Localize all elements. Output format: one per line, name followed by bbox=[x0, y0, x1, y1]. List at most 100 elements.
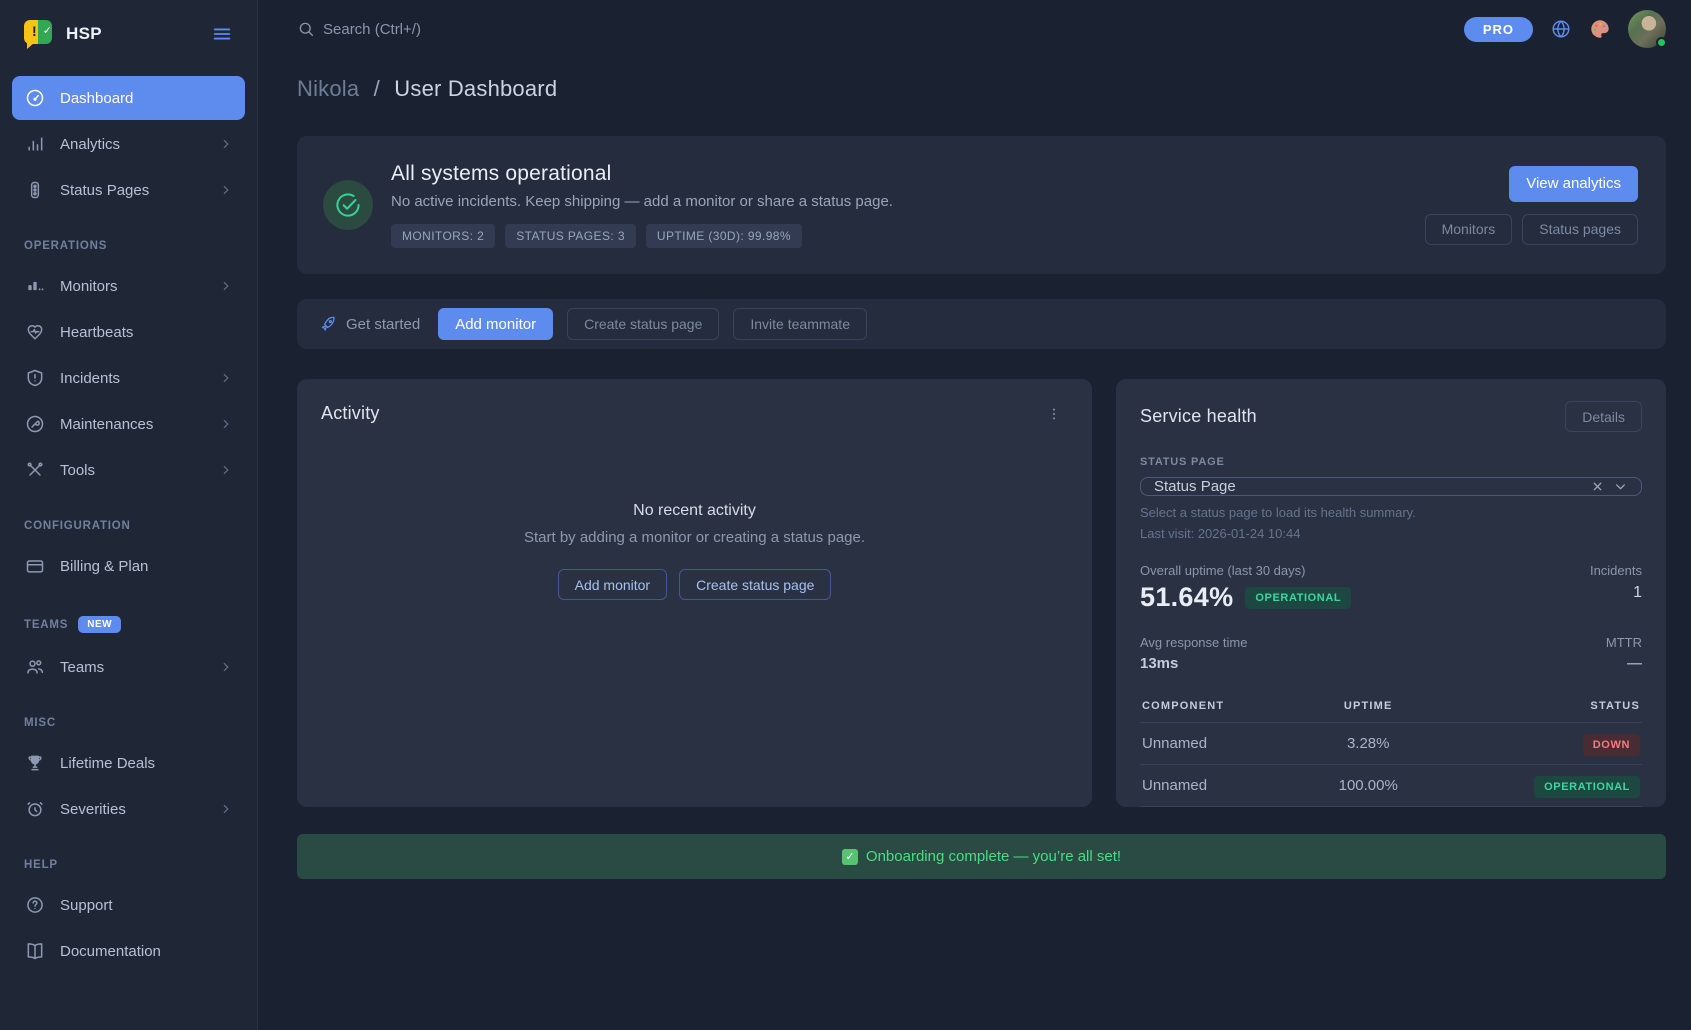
view-analytics-button[interactable]: View analytics bbox=[1509, 166, 1638, 202]
trophy-icon bbox=[24, 752, 46, 774]
sidebar-section-misc: MISC bbox=[0, 691, 257, 739]
sidebar-item-billing[interactable]: Billing & Plan bbox=[12, 544, 245, 588]
chevron-right-icon bbox=[219, 279, 233, 293]
component-name: Unnamed bbox=[1140, 765, 1307, 807]
chevron-right-icon bbox=[219, 660, 233, 674]
get-started-label: Get started bbox=[319, 315, 420, 333]
table-row: Unnamed 3.28% DOWN bbox=[1140, 723, 1642, 765]
topbar-right: PRO bbox=[1464, 10, 1666, 48]
sidebar-section-teams: TEAMS NEW bbox=[0, 590, 257, 643]
kebab-menu-icon[interactable] bbox=[1040, 404, 1068, 424]
search-box[interactable] bbox=[297, 20, 1464, 38]
incidents-label: Incidents bbox=[1590, 563, 1642, 578]
credit-card-icon bbox=[24, 555, 46, 577]
chevron-down-icon[interactable] bbox=[1613, 479, 1628, 494]
sidebar-item-maintenances[interactable]: Maintenances bbox=[12, 402, 245, 446]
search-icon bbox=[297, 20, 315, 38]
system-status-hero: All systems operational No active incide… bbox=[297, 136, 1666, 274]
heartbeat-icon bbox=[24, 321, 46, 343]
activity-empty-state: No recent activity Start by adding a mon… bbox=[321, 502, 1068, 600]
sidebar-item-documentation[interactable]: Documentation bbox=[12, 929, 245, 973]
monitors-button[interactable]: Monitors bbox=[1425, 214, 1513, 245]
add-monitor-button[interactable]: Add monitor bbox=[438, 308, 553, 340]
sidebar-item-tools[interactable]: Tools bbox=[12, 448, 245, 492]
uptime-badge: UPTIME (30D): 99.98% bbox=[646, 224, 802, 248]
sidebar-item-heartbeats[interactable]: Heartbeats bbox=[12, 310, 245, 354]
sidebar-item-label: Monitors bbox=[60, 278, 219, 295]
activity-card: Activity No recent activity Start by add… bbox=[297, 379, 1092, 807]
sidebar-item-label: Documentation bbox=[60, 943, 233, 960]
uptime-column-header: UPTIME bbox=[1307, 692, 1429, 723]
avg-response-label: Avg response time bbox=[1140, 635, 1247, 650]
page-title: User Dashboard bbox=[394, 76, 557, 101]
app-name: HSP bbox=[66, 24, 209, 44]
last-visit-text: Last visit: 2026-01-24 10:44 bbox=[1140, 526, 1642, 541]
get-started-bar: Get started Add monitor Create status pa… bbox=[297, 299, 1666, 349]
tools-icon bbox=[24, 459, 46, 481]
main-content: PRO Nikola / User Dashboard All systems … bbox=[258, 0, 1691, 1030]
sidebar-section-configuration: CONFIGURATION bbox=[0, 494, 257, 542]
sidebar-item-severities[interactable]: Severities bbox=[12, 787, 245, 831]
check-emoji-icon: ✓ bbox=[842, 849, 858, 865]
hamburger-menu-icon[interactable] bbox=[209, 21, 235, 47]
sidebar-item-support[interactable]: Support bbox=[12, 883, 245, 927]
sidebar-item-lifetime-deals[interactable]: Lifetime Deals bbox=[12, 741, 245, 785]
invite-teammate-button[interactable]: Invite teammate bbox=[733, 308, 867, 340]
breadcrumb-parent[interactable]: Nikola bbox=[297, 76, 359, 101]
component-column-header: COMPONENT bbox=[1140, 692, 1307, 723]
status-page-select[interactable]: Status Page bbox=[1140, 477, 1642, 496]
select-helper-text: Select a status page to load its health … bbox=[1140, 505, 1642, 520]
globe-icon[interactable] bbox=[1550, 18, 1572, 40]
components-table: COMPONENT UPTIME STATUS Unnamed 3.28% DO… bbox=[1140, 692, 1642, 807]
sidebar-nav: Dashboard Analytics Status Pages OPERATI… bbox=[0, 66, 257, 983]
breadcrumb-separator: / bbox=[374, 76, 380, 101]
pro-badge[interactable]: PRO bbox=[1464, 17, 1533, 42]
status-page-select-value: Status Page bbox=[1154, 478, 1591, 495]
logo-exclamation-glyph: ! bbox=[32, 23, 37, 39]
onboarding-banner: ✓ Onboarding complete — you’re all set! bbox=[297, 834, 1666, 879]
chevron-right-icon bbox=[219, 802, 233, 816]
status-pages-count-badge: STATUS PAGES: 3 bbox=[505, 224, 636, 248]
create-status-page-button[interactable]: Create status page bbox=[567, 308, 719, 340]
wrench-circle-icon bbox=[24, 413, 46, 435]
theme-palette-icon[interactable] bbox=[1589, 18, 1611, 40]
details-button[interactable]: Details bbox=[1565, 401, 1642, 432]
component-uptime: 100.00% bbox=[1307, 765, 1429, 807]
hero-title: All systems operational bbox=[391, 162, 1425, 186]
app-logo-icon: ! ✓ bbox=[24, 20, 54, 48]
monitors-icon bbox=[24, 275, 46, 297]
status-column-header: STATUS bbox=[1429, 692, 1642, 723]
sidebar-item-monitors[interactable]: Monitors bbox=[12, 264, 245, 308]
sidebar-item-incidents[interactable]: Incidents bbox=[12, 356, 245, 400]
user-avatar[interactable] bbox=[1628, 10, 1666, 48]
sidebar-item-teams[interactable]: Teams bbox=[12, 645, 245, 689]
overall-uptime-value: 51.64% bbox=[1140, 582, 1233, 613]
sidebar-item-label: Teams bbox=[60, 659, 219, 676]
down-status-badge: DOWN bbox=[1583, 734, 1640, 756]
sidebar-item-analytics[interactable]: Analytics bbox=[12, 122, 245, 166]
overall-uptime-label: Overall uptime (last 30 days) bbox=[1140, 563, 1351, 578]
chevron-right-icon bbox=[219, 183, 233, 197]
users-icon bbox=[24, 656, 46, 678]
clear-selection-icon[interactable] bbox=[1591, 480, 1604, 493]
search-input[interactable] bbox=[323, 21, 643, 38]
empty-add-monitor-button[interactable]: Add monitor bbox=[558, 569, 667, 600]
topbar: PRO bbox=[297, 0, 1666, 58]
onboarding-banner-text: Onboarding complete — you’re all set! bbox=[866, 848, 1121, 865]
hero-text: All systems operational No active incide… bbox=[391, 162, 1425, 248]
dashboard-cards: Activity No recent activity Start by add… bbox=[297, 379, 1666, 807]
status-pages-button[interactable]: Status pages bbox=[1522, 214, 1638, 245]
sidebar-item-dashboard[interactable]: Dashboard bbox=[12, 76, 245, 120]
sidebar-item-status-pages[interactable]: Status Pages bbox=[12, 168, 245, 212]
shield-alert-icon bbox=[24, 367, 46, 389]
breadcrumb: Nikola / User Dashboard bbox=[297, 76, 1666, 102]
chevron-right-icon bbox=[219, 371, 233, 385]
sidebar-item-label: Severities bbox=[60, 801, 219, 818]
bar-chart-icon bbox=[24, 133, 46, 155]
sidebar-item-label: Support bbox=[60, 897, 233, 914]
logo-check-glyph: ✓ bbox=[43, 24, 52, 37]
check-circle-icon bbox=[323, 180, 373, 230]
empty-create-status-page-button[interactable]: Create status page bbox=[679, 569, 831, 600]
sidebar-item-label: Status Pages bbox=[60, 182, 219, 199]
empty-state-subtitle: Start by adding a monitor or creating a … bbox=[321, 529, 1068, 546]
